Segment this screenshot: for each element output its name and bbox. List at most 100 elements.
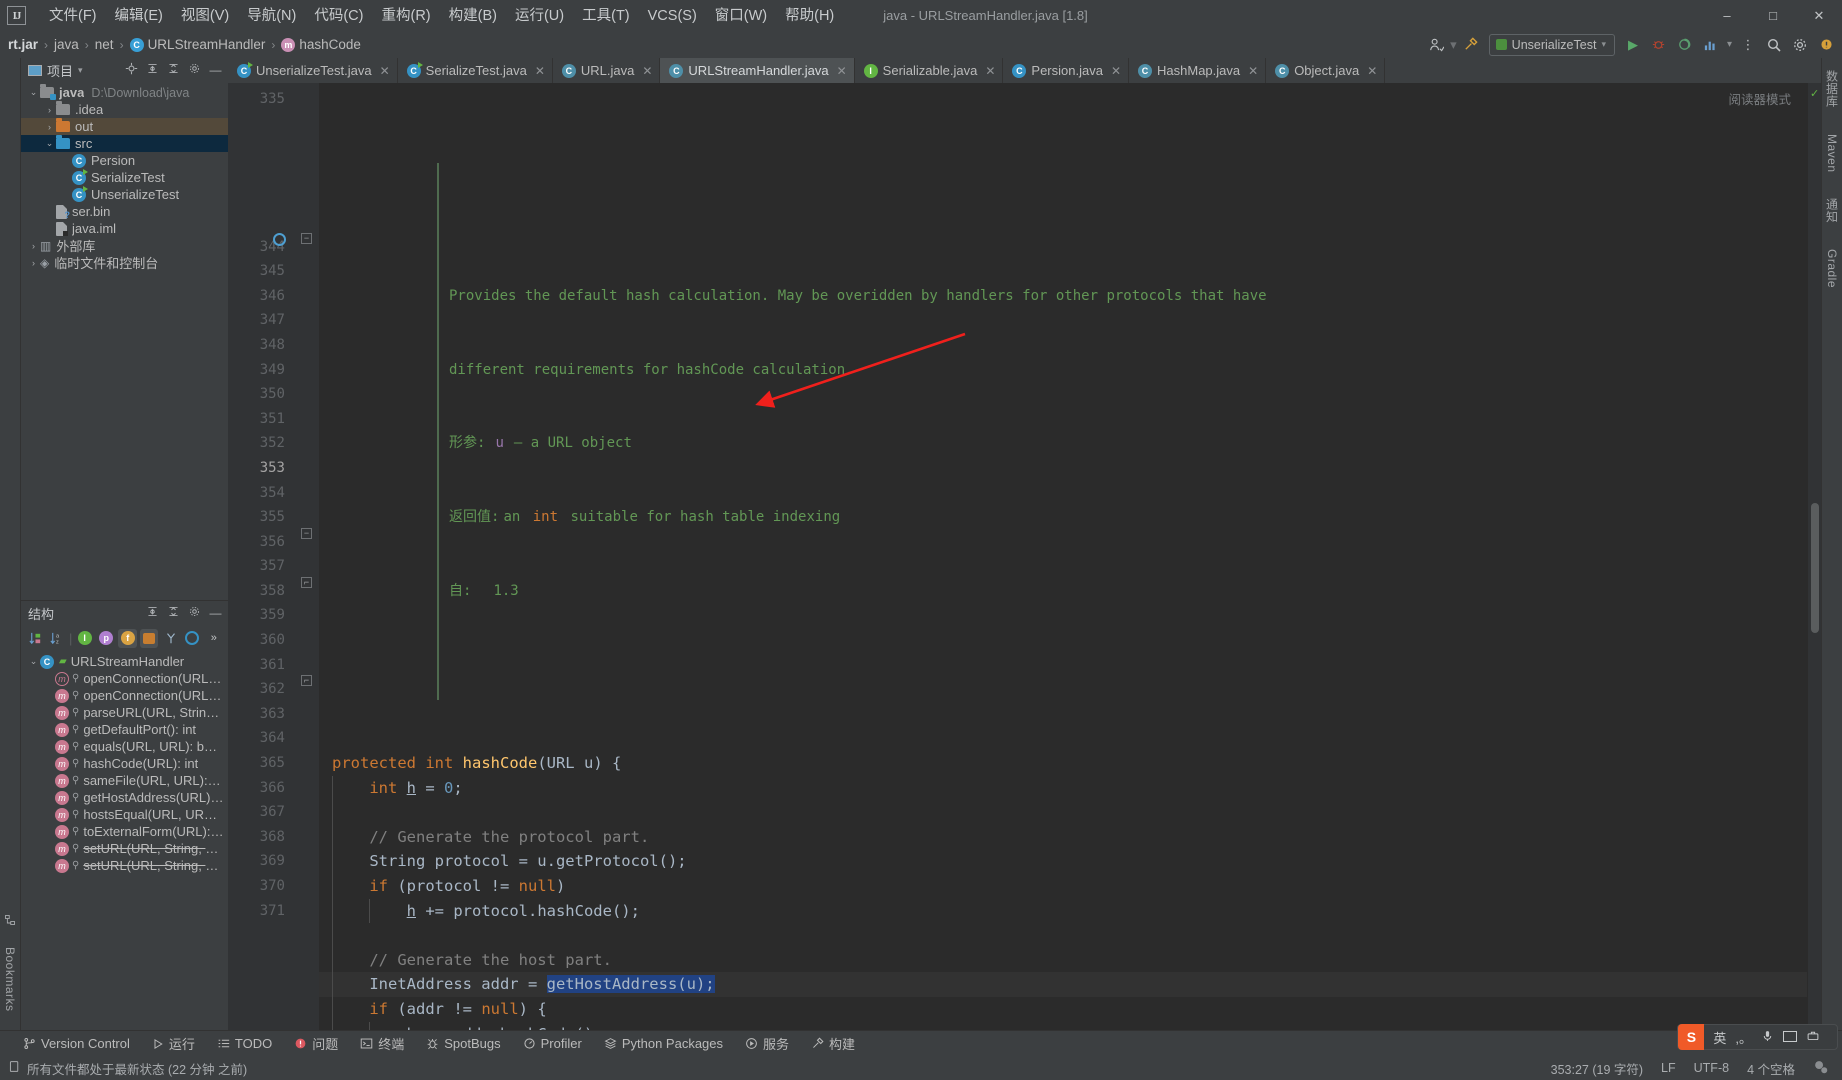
line-number[interactable]: 367 xyxy=(228,800,295,825)
toolbox-icon[interactable] xyxy=(1806,1029,1820,1045)
close-tab-icon[interactable]: ✕ xyxy=(985,64,995,78)
line-number[interactable]: 353 xyxy=(228,456,295,481)
show-hierarchy-icon[interactable] xyxy=(161,629,180,648)
editor-tab-Object[interactable]: C Object.java ✕ xyxy=(1266,58,1386,83)
fold-toggle-icon[interactable]: ⌐ xyxy=(301,577,312,588)
editor-marker-bar[interactable]: ✓ xyxy=(1807,83,1821,1030)
breadcrumb-item-urlstreamhandler[interactable]: C URLStreamHandler xyxy=(129,37,265,52)
chevron-right-icon[interactable]: › xyxy=(27,258,40,268)
close-tab-icon[interactable]: ✕ xyxy=(1248,64,1258,78)
inspection-ok-icon[interactable]: ✓ xyxy=(1810,87,1819,100)
editor-tab-Persion[interactable]: C Persion.java ✕ xyxy=(1003,58,1130,83)
structure-item-9[interactable]: m⚲toExternalForm(URL): String xyxy=(21,823,228,840)
tree-node-ser.bin[interactable]: ? ser.bin xyxy=(21,203,228,220)
search-icon[interactable] xyxy=(1762,34,1786,56)
code-line-347[interactable]: // Generate the protocol part. xyxy=(319,824,1807,850)
line-number[interactable]: 369 xyxy=(228,849,295,874)
line-number[interactable]: 345 xyxy=(228,259,295,284)
microphone-icon[interactable] xyxy=(1761,1029,1774,1046)
structure-item-0[interactable]: m⚲openConnection(URL): URLConnection xyxy=(21,670,228,687)
line-number[interactable]: 371 xyxy=(228,899,295,924)
structure-item-6[interactable]: m⚲sameFile(URL, URL): boolean xyxy=(21,772,228,789)
sort-by-visibility-icon[interactable] xyxy=(26,629,45,648)
close-tab-icon[interactable]: ✕ xyxy=(642,64,652,78)
expand-all-icon[interactable] xyxy=(144,62,161,78)
line-number[interactable]: 358 xyxy=(228,579,295,604)
breadcrumb-item-net[interactable]: net xyxy=(95,37,114,52)
line-separator[interactable]: LF xyxy=(1661,1061,1676,1075)
code-line-354[interactable]: if (addr != null) { xyxy=(319,996,1807,1022)
editor-tab-bar[interactable]: C UnserializeTest.java ✕ C SerializeTest.jav… xyxy=(228,58,1821,83)
line-number[interactable]: 357 xyxy=(228,554,295,579)
structure-item-8[interactable]: m⚲hostsEqual(URL, URL): boolean xyxy=(21,806,228,823)
code-lines[interactable]: protected int hashCode(URL u) { int h = … xyxy=(319,751,1807,1030)
menu-item-8[interactable]: 工具(T) xyxy=(573,4,639,28)
bottom-tool-build[interactable]: 构建 xyxy=(800,1033,866,1055)
coverage-icon[interactable] xyxy=(1673,34,1697,56)
editor-tab-HashMap[interactable]: C HashMap.java ✕ xyxy=(1129,58,1267,83)
editor-tab-URLStreamHandler[interactable]: C URLStreamHandler.java ✕ xyxy=(660,58,855,83)
keyboard-icon[interactable] xyxy=(1783,1030,1797,1045)
more-options-icon[interactable]: » xyxy=(205,629,224,648)
bottom-tool-spotbugs[interactable]: SpotBugs xyxy=(415,1033,511,1055)
menu-item-4[interactable]: 代码(C) xyxy=(305,4,372,28)
bottom-tool-run[interactable]: 运行 xyxy=(141,1033,206,1055)
editor-tab-UnserializeTest[interactable]: C UnserializeTest.java ✕ xyxy=(228,58,398,83)
collapse-all-icon[interactable] xyxy=(165,62,182,78)
bottom-tool-services[interactable]: 服务 xyxy=(734,1033,800,1055)
line-number[interactable]: 351 xyxy=(228,407,295,432)
bottom-tool-profiler[interactable]: Profiler xyxy=(512,1033,593,1055)
right-rail-database[interactable]: 数据库 xyxy=(1824,66,1841,112)
locate-file-icon[interactable] xyxy=(123,62,140,78)
tree-node-SerializeTest[interactable]: C SerializeTest xyxy=(21,168,228,186)
bottom-tool-terminal[interactable]: 终端 xyxy=(349,1033,415,1055)
debug-icon[interactable] xyxy=(1647,34,1671,56)
profiler-icon[interactable] xyxy=(1699,34,1723,56)
bottom-tool-problems[interactable]: 问题 xyxy=(283,1033,349,1055)
right-rail-maven[interactable]: Maven xyxy=(1825,130,1839,177)
line-number[interactable]: 346 xyxy=(228,284,295,309)
bottom-tool-version-control[interactable]: Version Control xyxy=(12,1033,141,1055)
show-fields-icon[interactable]: f xyxy=(118,628,137,648)
code-line-353[interactable]: InetAddress addr = getHostAddress(u); xyxy=(319,972,1807,997)
close-tab-icon[interactable]: ✕ xyxy=(535,64,545,78)
more-actions-icon[interactable]: ⋮ xyxy=(1736,34,1760,56)
menu-item-0[interactable]: 文件(F) xyxy=(40,4,106,28)
menu-item-10[interactable]: 窗口(W) xyxy=(706,4,776,28)
structure-expand-all-icon[interactable] xyxy=(144,605,161,621)
project-tree[interactable]: ⌄ java D:\Download\java › .idea › out ⌄ src C Pers… xyxy=(21,82,228,600)
structure-item-11[interactable]: m⚲setURL(URL, String, String, int, Strin… xyxy=(21,857,228,874)
line-number[interactable]: 365 xyxy=(228,751,295,776)
build-hammer-icon[interactable] xyxy=(1459,34,1483,56)
user-icon[interactable] xyxy=(1424,34,1448,56)
structure-root[interactable]: ⌄ C ▰ URLStreamHandler xyxy=(21,653,228,670)
structure-item-7[interactable]: m⚲getHostAddress(URL): InetAddress xyxy=(21,789,228,806)
structure-item-10[interactable]: m⚲setURL(URL, String, String, int, Strin… xyxy=(21,840,228,857)
line-number[interactable]: 366 xyxy=(228,776,295,801)
ime-punctuation-label[interactable]: ,。 xyxy=(1735,1028,1752,1047)
line-number[interactable]: 356 xyxy=(228,530,295,555)
code-line-346[interactable] xyxy=(319,800,1807,825)
tree-node-java.iml[interactable]: java.iml xyxy=(21,220,228,237)
menu-item-11[interactable]: 帮助(H) xyxy=(776,4,843,28)
code-line-355[interactable]: h += addr.hashCode(); xyxy=(319,1021,1807,1030)
show-inherited-icon[interactable]: I xyxy=(75,629,94,648)
line-number-gutter[interactable]: 335 344 345 346 347 348 349 350 351 352 353 354 355 3… xyxy=(228,83,295,1030)
line-number[interactable]: 349 xyxy=(228,358,295,383)
ime-mode-label[interactable]: 英 xyxy=(1713,1028,1726,1047)
reader-mode-label[interactable]: 阅读器模式 xyxy=(1728,89,1791,108)
breadcrumb-item-hashcode[interactable]: m hashCode xyxy=(281,37,361,52)
line-number[interactable]: 361 xyxy=(228,653,295,678)
structure-item-5[interactable]: m ⚲ hashCode(URL): int xyxy=(21,755,228,772)
fold-toggle-icon[interactable]: − xyxy=(301,233,312,244)
overridden-method-marker-icon[interactable] xyxy=(273,233,286,246)
structure-item-4[interactable]: m⚲equals(URL, URL): boolean xyxy=(21,738,228,755)
bottom-tool-python-packages[interactable]: Python Packages xyxy=(593,1033,734,1055)
line-number[interactable]: 362 xyxy=(228,677,295,702)
chevron-down-icon[interactable]: ⌄ xyxy=(27,87,40,98)
ime-toolbar[interactable]: S 英 ,。 xyxy=(1677,1024,1838,1050)
code-line-348[interactable]: String protocol = u.getProtocol(); xyxy=(319,849,1807,874)
breadcrumb-item-rt.jar[interactable]: rt.jar xyxy=(8,37,38,52)
structure-list[interactable]: ⌄ C ▰ URLStreamHandler m ⚲ openConnection(URL)… xyxy=(21,651,228,1030)
sort-alphabetically-icon[interactable]: az xyxy=(48,629,67,648)
